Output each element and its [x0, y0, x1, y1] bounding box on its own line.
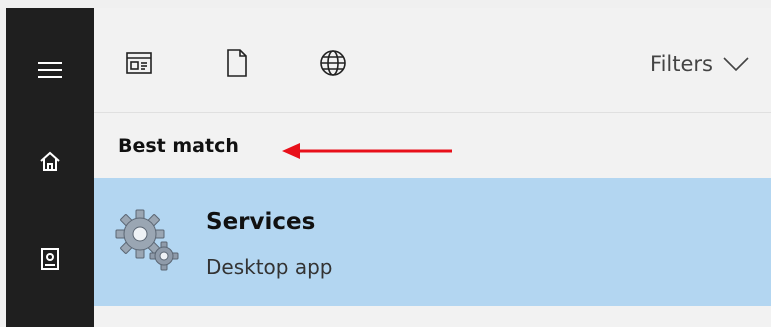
filters-label: Filters	[650, 52, 713, 76]
result-title: Services	[206, 209, 316, 235]
tab-apps[interactable]	[122, 46, 156, 80]
search-window: Filters Best match Services Desktop app	[6, 8, 771, 327]
globe-icon	[320, 50, 346, 76]
apps-icon	[126, 52, 152, 74]
tab-web[interactable]	[316, 46, 350, 80]
filters-dropdown[interactable]: Filters	[650, 50, 749, 78]
notebook-icon	[41, 248, 59, 270]
tab-documents[interactable]	[220, 46, 254, 80]
services-gears-icon	[115, 209, 179, 271]
search-scope-toolbar: Filters	[94, 8, 771, 112]
home-icon	[40, 151, 60, 171]
chevron-down-icon	[723, 57, 749, 71]
hamburger-menu-button[interactable]	[6, 42, 94, 98]
side-rail	[6, 8, 94, 327]
hamburger-menu-icon	[38, 62, 62, 78]
document-icon	[227, 49, 247, 77]
best-match-result[interactable]: Services Desktop app	[94, 178, 771, 306]
best-match-heading: Best match	[118, 135, 239, 157]
toolbar-divider	[94, 112, 771, 113]
result-subtitle: Desktop app	[206, 255, 333, 279]
search-results-panel: Filters Best match Services Desktop app	[94, 8, 771, 327]
annotation-arrow-icon	[282, 143, 452, 159]
home-button[interactable]	[6, 133, 94, 189]
notebook-button[interactable]	[6, 231, 94, 287]
